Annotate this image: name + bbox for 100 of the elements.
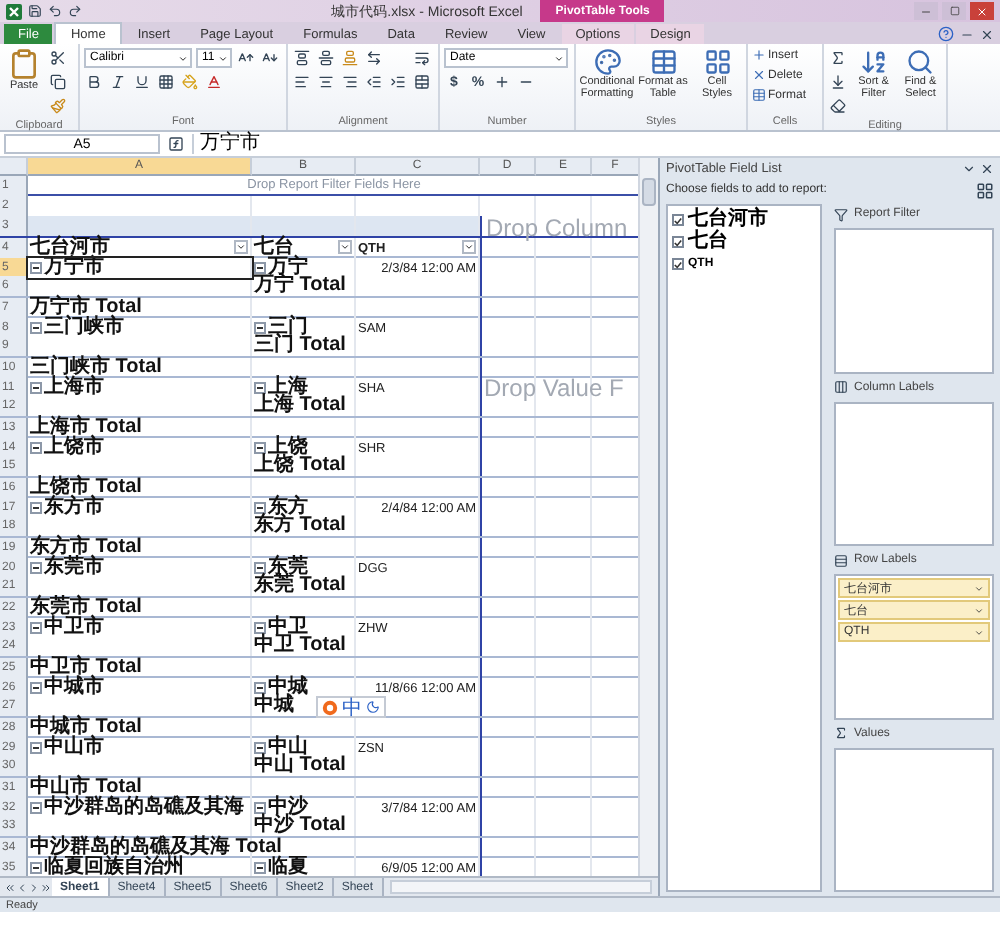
button-icon bbox=[859, 48, 888, 76]
layout-button[interactable] bbox=[974, 180, 994, 200]
table-cell: 东方 Total bbox=[254, 516, 346, 536]
table-cell: 中沙群岛的岛礁及其海 Total bbox=[30, 838, 282, 858]
caret-icon bbox=[178, 53, 188, 63]
checkbox[interactable] bbox=[672, 236, 684, 248]
collapse-icon[interactable] bbox=[30, 862, 42, 874]
italic-button[interactable] bbox=[108, 72, 128, 92]
button-icon bbox=[649, 48, 677, 76]
collapse-icon[interactable] bbox=[254, 622, 266, 634]
table-cell: 东莞 Total bbox=[254, 576, 346, 596]
collapse-icon[interactable] bbox=[254, 682, 266, 694]
collapse-icon[interactable] bbox=[254, 742, 266, 754]
orientation-icon bbox=[366, 50, 382, 66]
wrap-text-button[interactable] bbox=[412, 48, 432, 68]
area-icon bbox=[834, 380, 848, 394]
collapse-icon[interactable] bbox=[254, 442, 266, 454]
table-cell: 东莞 bbox=[268, 558, 308, 578]
area-icon bbox=[834, 726, 848, 740]
merge-button[interactable] bbox=[412, 72, 432, 92]
collapse-icon[interactable] bbox=[30, 262, 42, 274]
collapse-icon[interactable] bbox=[30, 382, 42, 394]
shrink-font-icon bbox=[262, 50, 278, 66]
maximize-button[interactable] bbox=[942, 2, 966, 20]
close-button[interactable] bbox=[970, 2, 994, 20]
orientation-button[interactable] bbox=[364, 48, 384, 68]
collapse-icon[interactable] bbox=[30, 322, 42, 334]
layout-icon bbox=[975, 181, 993, 199]
collapse-icon[interactable] bbox=[30, 802, 42, 814]
help-icon bbox=[938, 26, 954, 42]
borders-icon bbox=[158, 74, 174, 90]
wrap-text-icon bbox=[414, 50, 430, 66]
underline-button[interactable] bbox=[132, 72, 152, 92]
middle-align-button[interactable] bbox=[316, 48, 336, 68]
area-icon bbox=[834, 553, 848, 567]
fill-color-button[interactable] bbox=[180, 72, 200, 92]
maximize-icon bbox=[949, 6, 959, 16]
caret-icon bbox=[554, 53, 564, 63]
table-cell: 中城市 Total bbox=[30, 718, 142, 738]
table-cell: 临夏回族自治州 bbox=[44, 858, 184, 876]
table-cell: 上海 Total bbox=[254, 396, 346, 416]
table-cell: 临夏 bbox=[268, 858, 308, 876]
collapse-icon[interactable] bbox=[254, 262, 266, 274]
top-align-icon bbox=[294, 50, 310, 66]
ime-toolbar[interactable]: 中 bbox=[316, 696, 386, 718]
checkmark-icon bbox=[674, 259, 682, 269]
collapse-icon[interactable] bbox=[30, 502, 42, 514]
collapse-icon[interactable] bbox=[30, 682, 42, 694]
cut-button[interactable] bbox=[48, 48, 68, 68]
bold-button[interactable] bbox=[84, 72, 104, 92]
collapse-icon[interactable] bbox=[254, 502, 266, 514]
collapse-icon[interactable] bbox=[254, 382, 266, 394]
table-cell: 三门峡市 Total bbox=[30, 358, 162, 378]
eraser-button[interactable] bbox=[828, 96, 848, 116]
borders-button[interactable] bbox=[156, 72, 176, 92]
first-sheet-icon bbox=[4, 881, 16, 893]
button-icon bbox=[703, 48, 731, 76]
collapse-icon[interactable] bbox=[254, 862, 266, 874]
vertical-scrollbar[interactable] bbox=[638, 158, 658, 876]
copy-button[interactable] bbox=[48, 72, 68, 92]
align-center-icon bbox=[318, 74, 334, 90]
table-cell: 上海市 Total bbox=[30, 418, 142, 438]
collapse-icon[interactable] bbox=[30, 562, 42, 574]
sum-button[interactable] bbox=[828, 48, 848, 68]
close-icon bbox=[980, 27, 994, 41]
checkbox[interactable] bbox=[672, 258, 684, 270]
field-label: 七台 bbox=[688, 232, 728, 252]
table-cell: 中沙群岛的岛礁及其海 bbox=[44, 798, 244, 818]
font-color-button[interactable] bbox=[204, 72, 224, 92]
collapse-icon[interactable] bbox=[30, 622, 42, 634]
table-cell: 中卫市 bbox=[44, 618, 104, 638]
collapse-icon[interactable] bbox=[254, 562, 266, 574]
clipboard-icon bbox=[8, 48, 40, 80]
table-cell: 万宁市 Total bbox=[30, 298, 142, 318]
increase-decimal-button[interactable] bbox=[492, 72, 512, 92]
collapse-icon[interactable] bbox=[254, 322, 266, 334]
column-label: 七台 bbox=[254, 238, 294, 258]
indent-decrease-button[interactable] bbox=[364, 72, 384, 92]
align-left-button[interactable] bbox=[292, 72, 312, 92]
bold-icon bbox=[86, 74, 102, 90]
formula-field[interactable]: 万宁市 bbox=[192, 134, 996, 154]
collapse-icon[interactable] bbox=[30, 742, 42, 754]
align-center-button[interactable] bbox=[316, 72, 336, 92]
ime-logo-icon bbox=[322, 699, 338, 715]
increase-decimal-icon bbox=[494, 74, 510, 90]
copy-icon bbox=[50, 74, 66, 90]
table-cell: 中山 Total bbox=[254, 756, 346, 776]
fill-color-icon bbox=[182, 74, 198, 90]
indent-increase-button[interactable] bbox=[388, 72, 408, 92]
pane-menu-icon bbox=[962, 162, 976, 176]
checkbox[interactable] bbox=[672, 214, 684, 226]
close-icon bbox=[980, 162, 994, 176]
collapse-icon[interactable] bbox=[30, 442, 42, 454]
eraser-icon bbox=[830, 98, 846, 114]
align-right-button[interactable] bbox=[340, 72, 360, 92]
horizontal-scrollbar[interactable] bbox=[389, 880, 652, 894]
top-align-button[interactable] bbox=[292, 48, 312, 68]
fill-button[interactable] bbox=[828, 72, 848, 92]
collapse-icon[interactable] bbox=[254, 802, 266, 814]
button-icon bbox=[752, 88, 766, 102]
